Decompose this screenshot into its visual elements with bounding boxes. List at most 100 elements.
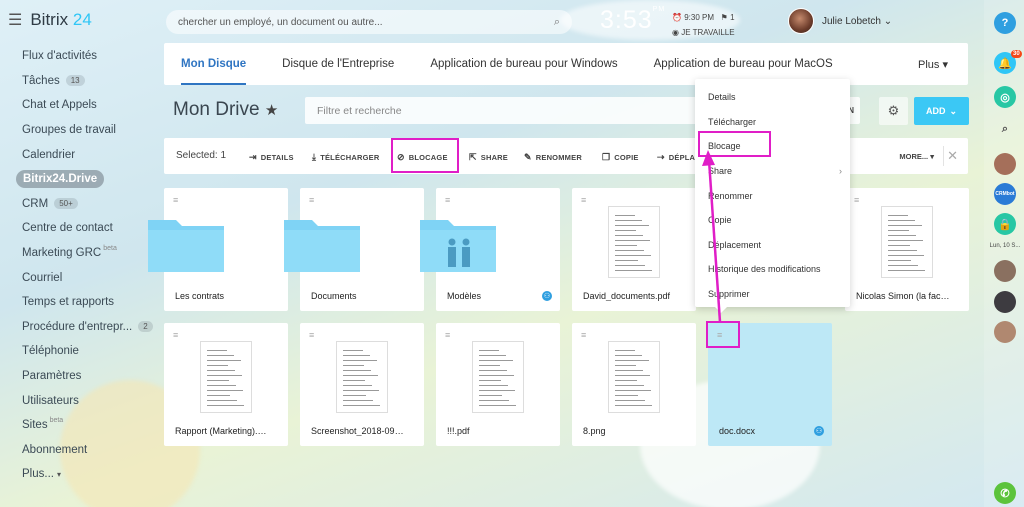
- clock[interactable]: 3:53PM: [600, 6, 665, 35]
- avatar[interactable]: [994, 260, 1016, 282]
- open-lines-icon[interactable]: ◎: [994, 86, 1016, 108]
- drag-handle-icon[interactable]: ≡: [854, 195, 859, 205]
- file-card[interactable]: ≡ Rapport (Marketing).doc: [164, 323, 288, 446]
- file-name[interactable]: David_documents.pdf: [583, 291, 678, 301]
- details-button[interactable]: ⇥ DETAILS: [249, 152, 294, 163]
- sidebar-item-label: Centre de contact: [22, 222, 113, 235]
- beta-tag: beta: [103, 244, 117, 252]
- file-card[interactable]: ≡ 8.png: [572, 323, 696, 446]
- file-name[interactable]: Screenshot_2018-09-10-0...: [311, 426, 406, 436]
- tab[interactable]: Disque de l'Entreprise: [282, 43, 394, 85]
- file-card[interactable]: ≡ doc.docx ⚇: [708, 323, 832, 446]
- sidebar-item[interactable]: Flux d'activités: [12, 44, 158, 69]
- sidebar-item[interactable]: Abonnement: [12, 438, 158, 463]
- chevron-down-icon: ▾: [56, 469, 61, 479]
- avatar[interactable]: [994, 321, 1016, 343]
- context-menu-item[interactable]: Blocage: [695, 134, 850, 159]
- file-name[interactable]: Documents: [311, 291, 406, 301]
- context-menu-item[interactable]: Copie: [695, 208, 850, 233]
- drag-handle-icon[interactable]: ≡: [173, 330, 178, 340]
- sidebar-item[interactable]: Sites beta: [12, 413, 158, 438]
- file-card[interactable]: ≡ David_documents.pdf: [572, 188, 696, 311]
- context-menu-item[interactable]: Renommer: [695, 183, 850, 208]
- drag-handle-icon[interactable]: ≡: [309, 195, 314, 205]
- lock-icon[interactable]: 🔒: [994, 213, 1016, 235]
- avatar[interactable]: [994, 153, 1016, 175]
- hamburger-icon[interactable]: ☰: [8, 10, 22, 30]
- global-search[interactable]: ⌕: [166, 10, 572, 34]
- sidebar-item[interactable]: Courriel: [12, 265, 158, 290]
- folder-icon: [148, 220, 224, 272]
- file-name[interactable]: Modèles: [447, 291, 542, 301]
- sidebar-item[interactable]: Centre de contact: [12, 216, 158, 241]
- drag-handle-icon[interactable]: ≡: [173, 195, 178, 205]
- sidebar-item[interactable]: Procédure d'entrepr... 2: [12, 315, 158, 340]
- context-menu-item[interactable]: Share ›: [695, 159, 850, 184]
- context-menu-item[interactable]: Supprimer: [695, 282, 850, 307]
- drag-handle-icon[interactable]: ≡: [581, 330, 586, 340]
- context-menu-item[interactable]: Déplacement: [695, 233, 850, 258]
- file-name[interactable]: Les contrats: [175, 291, 270, 301]
- context-menu-item[interactable]: Télécharger: [695, 110, 850, 135]
- close-icon[interactable]: ✕: [947, 148, 958, 164]
- sidebar-item[interactable]: Temps et rapports: [12, 290, 158, 315]
- tab[interactable]: Mon Disque: [181, 43, 247, 85]
- context-menu-item[interactable]: Details: [695, 85, 850, 110]
- drag-handle-icon[interactable]: ≡: [309, 330, 314, 340]
- file-card[interactable]: ≡ !!!.pdf: [436, 323, 560, 446]
- file-name[interactable]: Nicolas Simon (la facture...: [856, 291, 951, 301]
- gear-icon[interactable]: ⚙: [879, 97, 908, 125]
- sidebar-item[interactable]: Calendrier: [12, 142, 158, 167]
- file-name[interactable]: Rapport (Marketing).doc: [175, 426, 270, 436]
- sidebar-item[interactable]: Paramètres: [12, 364, 158, 389]
- file-card[interactable]: ≡ Nicolas Simon (la facture...: [845, 188, 969, 311]
- work-status[interactable]: JE TRAVAILLE: [681, 28, 734, 37]
- user-name[interactable]: Julie Lobetch ⌄: [822, 16, 892, 27]
- sidebar-item[interactable]: Utilisateurs: [12, 388, 158, 413]
- sidebar-item[interactable]: Chat et Appels: [12, 93, 158, 118]
- add-button[interactable]: ADD ⌄: [914, 97, 969, 125]
- drag-handle-icon[interactable]: ≡: [445, 195, 450, 205]
- notification-icon[interactable]: 🔔 30: [994, 50, 1022, 74]
- search-input[interactable]: [178, 16, 554, 28]
- user-menu[interactable]: Julie Lobetch ⌄: [788, 8, 892, 34]
- sidebar-item[interactable]: Tâches 13: [12, 69, 158, 94]
- file-card[interactable]: ≡ Modèles ⚇: [420, 188, 560, 311]
- download-button[interactable]: ⤓ TÉLÉCHARGER: [312, 152, 379, 163]
- lock-button[interactable]: ⊘ BLOCAGE: [397, 152, 448, 163]
- crm-bot-icon[interactable]: CRMbot: [994, 183, 1016, 205]
- tab[interactable]: Application de bureau pour Windows: [430, 43, 617, 85]
- context-menu-label: Déplacement: [708, 239, 762, 250]
- star-icon[interactable]: ★: [265, 102, 278, 119]
- share-button[interactable]: ⇱ SHARE: [469, 152, 508, 163]
- sidebar-item[interactable]: Groupes de travail: [12, 118, 158, 143]
- copy-button[interactable]: ❐ COPIE: [602, 152, 639, 163]
- more-button[interactable]: MORE... ▾: [899, 152, 934, 161]
- sidebar-item[interactable]: Téléphonie: [12, 339, 158, 364]
- file-card[interactable]: ≡ Les contrats: [148, 188, 288, 311]
- drag-handle-icon[interactable]: ≡: [581, 195, 586, 205]
- file-name[interactable]: doc.docx: [719, 426, 814, 436]
- sidebar-item[interactable]: Plus... ▾: [12, 462, 158, 487]
- tabs-more[interactable]: Plus ▾: [918, 58, 948, 71]
- file-card[interactable]: ≡ Screenshot_2018-09-10-0...: [300, 323, 424, 446]
- chevron-right-icon: ›: [839, 166, 842, 177]
- context-menu-item[interactable]: Historique des modifications: [695, 257, 850, 282]
- file-name[interactable]: 8.png: [583, 426, 678, 436]
- file-name[interactable]: !!!.pdf: [447, 426, 542, 436]
- sidebar-item[interactable]: CRM 50+: [12, 192, 158, 217]
- help-icon[interactable]: ?: [994, 12, 1016, 34]
- drag-handle-icon[interactable]: ≡: [445, 330, 450, 340]
- sidebar-item[interactable]: Marketing GRC beta: [12, 241, 158, 266]
- search-icon[interactable]: ⌕: [994, 118, 1016, 140]
- avatar[interactable]: [788, 8, 814, 34]
- avatar[interactable]: [994, 291, 1016, 313]
- logo[interactable]: ☰ Bitrix 24: [8, 10, 92, 30]
- move-button[interactable]: ⇢ DÉPLA: [657, 152, 695, 163]
- search-icon[interactable]: ⌕: [554, 16, 560, 29]
- file-card[interactable]: ≡ Documents: [284, 188, 424, 311]
- sidebar-item[interactable]: Bitrix24.Drive: [12, 167, 158, 192]
- phone-icon[interactable]: ✆: [994, 482, 1016, 504]
- rename-button[interactable]: ✎ RENOMMER: [524, 152, 582, 163]
- drag-handle-icon[interactable]: ≡: [717, 330, 722, 340]
